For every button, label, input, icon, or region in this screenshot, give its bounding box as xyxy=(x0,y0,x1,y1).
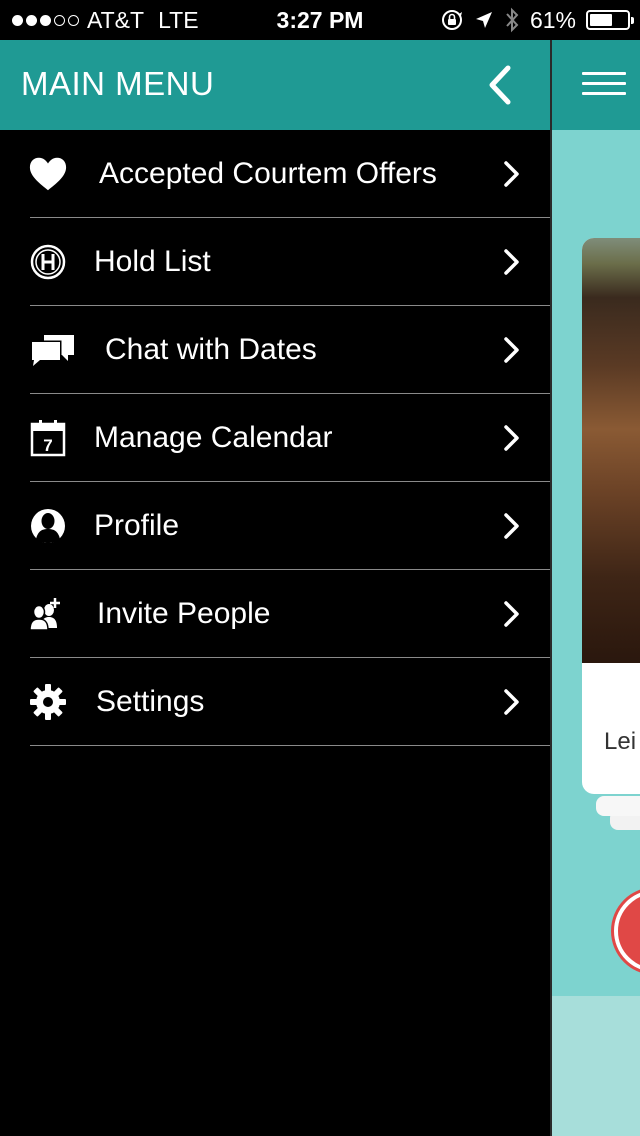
menu-item-accepted-offers[interactable]: Accepted Courtem Offers xyxy=(0,130,550,218)
heart-icon xyxy=(28,154,68,194)
profile-card-name: Lei xyxy=(604,728,637,755)
side-menu: MAIN MENU Accepted Courtem Offers Hold L… xyxy=(0,40,550,1136)
chevron-left-icon xyxy=(489,65,511,105)
chevron-right-icon xyxy=(504,513,519,539)
rotation-lock-icon xyxy=(441,10,462,30)
menu-item-chat-with-dates[interactable]: Chat with Dates xyxy=(0,306,550,394)
menu-list: Accepted Courtem Offers Hold List Chat w… xyxy=(0,130,550,746)
status-indicators: 61% xyxy=(440,6,634,34)
status-bar: AT&T LTE 3:27 PM 61% xyxy=(0,0,640,40)
menu-item-label: Manage Calendar xyxy=(94,421,333,454)
menu-item-label: Chat with Dates xyxy=(105,333,317,366)
card-stack-layer xyxy=(596,796,640,816)
main-content-peek: Lei xyxy=(552,40,640,1136)
profile-card[interactable]: Lei xyxy=(582,238,640,794)
panel-divider xyxy=(550,40,552,1136)
calendar-day-number: 7 xyxy=(43,436,52,455)
chevron-right-icon xyxy=(504,601,519,627)
menu-item-label: Profile xyxy=(94,509,180,542)
menu-item-manage-calendar[interactable]: 7 Manage Calendar xyxy=(0,394,550,482)
location-arrow-icon xyxy=(475,12,492,28)
calendar-icon: 7 xyxy=(28,418,68,458)
reject-button[interactable] xyxy=(614,890,640,972)
bottom-panel xyxy=(552,996,640,1136)
gear-icon xyxy=(28,682,68,722)
profile-icon xyxy=(28,506,68,546)
menu-item-label: Invite People xyxy=(97,597,271,630)
bluetooth-icon xyxy=(506,7,519,33)
battery-icon xyxy=(586,10,634,30)
menu-item-settings[interactable]: Settings xyxy=(0,658,550,746)
chevron-right-icon xyxy=(504,425,519,451)
hamburger-menu-icon[interactable] xyxy=(582,72,626,96)
close-menu-button[interactable] xyxy=(478,62,524,108)
menu-item-invite-people[interactable]: Invite People xyxy=(0,570,550,658)
menu-header: MAIN MENU xyxy=(0,40,550,130)
hold-h-icon xyxy=(28,242,68,282)
chevron-right-icon xyxy=(504,689,519,715)
profile-photo xyxy=(582,238,640,663)
menu-item-label: Accepted Courtem Offers xyxy=(99,157,437,190)
menu-item-profile[interactable]: Profile xyxy=(0,482,550,570)
chevron-right-icon xyxy=(504,249,519,275)
menu-title: MAIN MENU xyxy=(21,65,215,102)
battery-percent: 61% xyxy=(529,6,576,33)
menu-item-hold-list[interactable]: Hold List xyxy=(0,218,550,306)
chevron-right-icon xyxy=(504,337,519,363)
invite-people-icon xyxy=(28,594,68,634)
menu-item-label: Hold List xyxy=(94,245,211,278)
menu-item-label: Settings xyxy=(96,685,205,718)
chat-bubbles-icon xyxy=(30,330,76,370)
chevron-right-icon xyxy=(504,161,519,187)
main-header xyxy=(552,40,640,130)
